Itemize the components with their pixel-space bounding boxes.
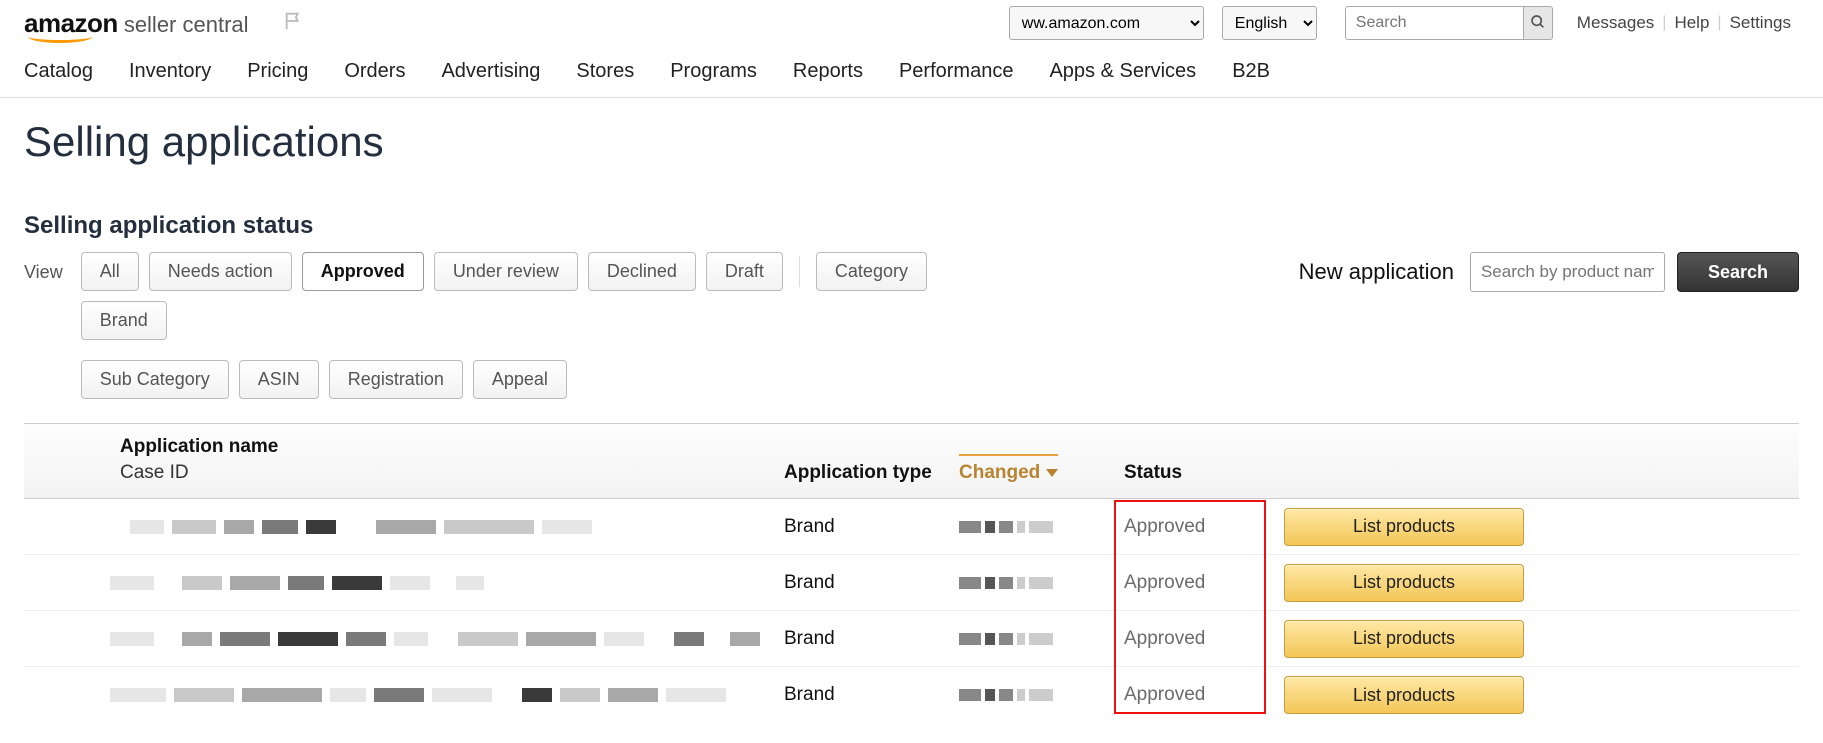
th-case-id: Case ID [120,462,784,484]
sort-desc-icon [1046,469,1058,477]
cell-type: Brand [784,684,835,705]
language-select[interactable]: English [1222,6,1317,40]
table-row: Brand Approved List products [24,667,1799,723]
redacted-date [959,577,1124,589]
global-search-button[interactable] [1523,6,1553,40]
redacted-date [959,689,1124,701]
global-search [1345,6,1553,40]
filter-all[interactable]: All [81,252,139,291]
filter-category[interactable]: Category [816,252,927,291]
filter-needs-action[interactable]: Needs action [149,252,292,291]
applications-table: Application name Case ID Application typ… [24,423,1799,723]
filter-brand[interactable]: Brand [81,301,167,340]
nav-apps-services[interactable]: Apps & Services [1049,60,1196,83]
global-search-input[interactable] [1345,6,1523,40]
new-application-block: New application Search [1299,252,1799,292]
search-icon [1530,14,1546,33]
table-row: Brand Approved List products [24,611,1799,667]
cell-type: Brand [784,628,835,649]
th-status: Status [1124,462,1284,484]
filter-controls: View All Needs action Approved Under rev… [24,252,1799,399]
logo-amazon: amazon [24,8,118,39]
cell-status: Approved [1124,572,1205,593]
redacted-app-name [110,632,784,646]
logo-seller-central: seller central [124,12,249,38]
cell-status: Approved [1124,684,1205,705]
view-label: View [24,252,63,283]
cell-status: Approved [1124,628,1205,649]
settings-link[interactable]: Settings [1722,13,1799,33]
table-header: Application name Case ID Application typ… [24,424,1799,499]
filter-appeal[interactable]: Appeal [473,360,567,399]
new-application-search-button[interactable]: Search [1677,252,1799,292]
th-application-type: Application type [784,462,959,484]
redacted-app-name [110,576,784,590]
nav-orders[interactable]: Orders [344,60,405,83]
nav-advertising[interactable]: Advertising [441,60,540,83]
logo[interactable]: amazon seller central [24,8,249,39]
filter-approved[interactable]: Approved [302,252,424,291]
filter-group: All Needs action Approved Under review D… [81,252,981,399]
filter-draft[interactable]: Draft [706,252,783,291]
page-title: Selling applications [24,118,1799,166]
filter-asin[interactable]: ASIN [239,360,319,399]
nav-programs[interactable]: Programs [670,60,757,83]
messages-link[interactable]: Messages [1569,13,1662,33]
new-application-input[interactable] [1470,252,1665,292]
nav-reports[interactable]: Reports [793,60,863,83]
filter-declined[interactable]: Declined [588,252,696,291]
filter-divider [799,256,800,287]
redacted-app-name [110,688,784,702]
filter-registration[interactable]: Registration [329,360,463,399]
new-application-label: New application [1299,259,1454,285]
redacted-date [959,633,1124,645]
nav-inventory[interactable]: Inventory [129,60,211,83]
nav-catalog[interactable]: Catalog [24,60,93,83]
list-products-button[interactable]: List products [1284,620,1524,658]
th-changed-label: Changed [959,462,1040,484]
nav-pricing[interactable]: Pricing [247,60,308,83]
nav-stores[interactable]: Stores [576,60,634,83]
nav-performance[interactable]: Performance [899,60,1014,83]
filter-sub-category[interactable]: Sub Category [81,360,229,399]
cell-type: Brand [784,516,835,537]
th-application-name: Application name [120,436,784,458]
nav-b2b[interactable]: B2B [1232,60,1270,83]
filter-under-review[interactable]: Under review [434,252,578,291]
table-row: Brand Approved List products [24,499,1799,555]
table-row: Brand Approved List products [24,555,1799,611]
help-link[interactable]: Help [1666,13,1717,33]
cell-status: Approved [1124,516,1205,537]
main-nav: Catalog Inventory Pricing Orders Adverti… [0,50,1823,98]
top-bar: amazon seller central ww.amazon.com Engl… [0,0,1823,50]
list-products-button[interactable]: List products [1284,508,1524,546]
list-products-button[interactable]: List products [1284,676,1524,714]
redacted-app-name [120,520,784,534]
flag-icon[interactable] [283,10,305,37]
section-title: Selling application status [24,212,1799,240]
list-products-button[interactable]: List products [1284,564,1524,602]
marketplace-select[interactable]: ww.amazon.com [1009,6,1204,40]
cell-type: Brand [784,572,835,593]
redacted-date [959,521,1124,533]
th-changed-sort[interactable]: Changed [959,454,1058,484]
